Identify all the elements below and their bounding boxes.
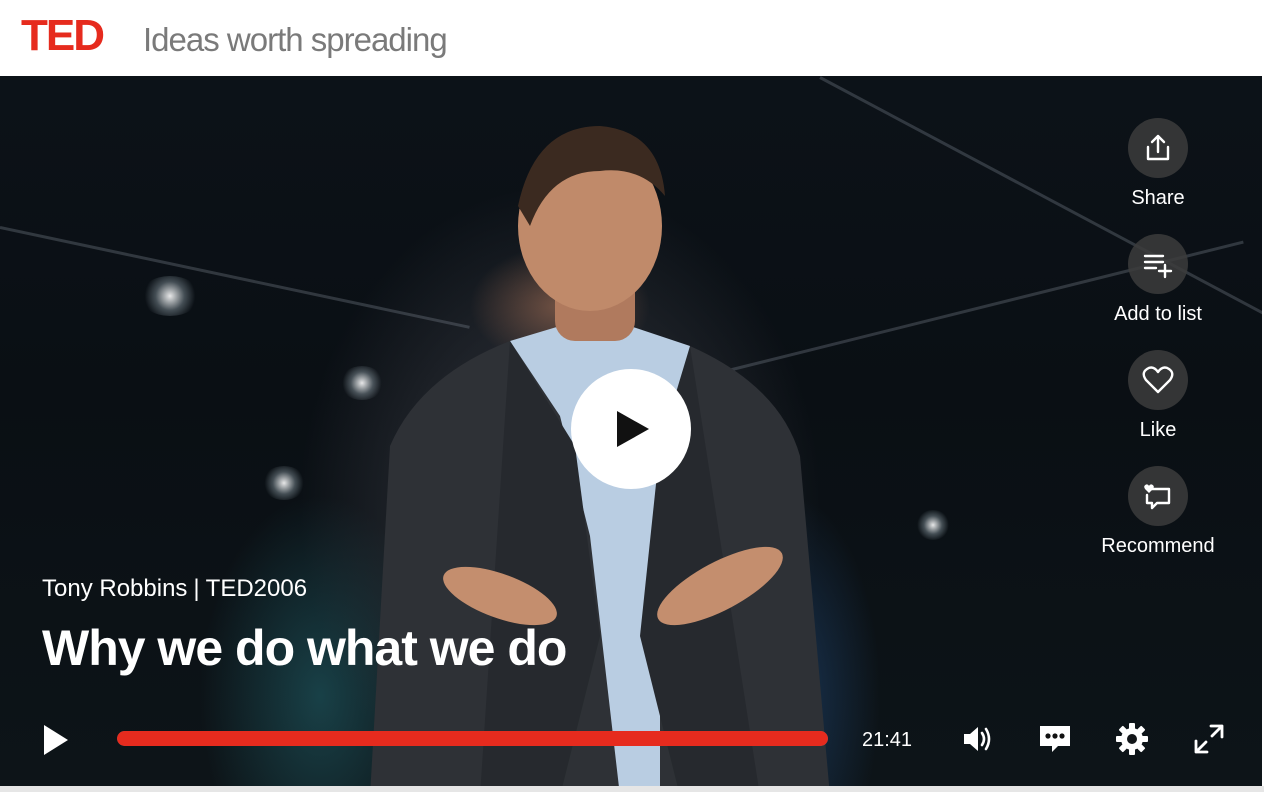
add-to-list-button[interactable]: Add to list [1098, 234, 1218, 350]
fullscreen-button[interactable] [1192, 722, 1226, 756]
page-bottom-strip [0, 786, 1264, 792]
subtitles-button[interactable] [1038, 722, 1072, 756]
site-header: TED Ideas worth spreading [0, 0, 1264, 76]
share-label: Share [1131, 187, 1185, 209]
fullscreen-icon [1194, 724, 1224, 754]
play-button[interactable] [40, 722, 72, 758]
talk-title: Why we do what we do [42, 620, 567, 676]
share-icon [1128, 118, 1188, 178]
progress-fill [117, 731, 828, 746]
tagline: Ideas worth spreading [143, 21, 448, 58]
big-play-button[interactable] [571, 369, 691, 489]
share-button[interactable]: Share [1098, 118, 1218, 234]
stage-light [140, 276, 200, 316]
recommend-label: Recommend [1101, 535, 1215, 557]
recommend-icon [1128, 466, 1188, 526]
stage-light [262, 466, 306, 500]
control-bar: 21:41 [0, 712, 1262, 786]
stage-light [916, 510, 950, 540]
ted-logo[interactable]: TED [21, 14, 105, 58]
progress-bar[interactable] [117, 731, 828, 746]
add-to-list-label: Add to list [1114, 303, 1202, 325]
play-icon [617, 411, 649, 447]
settings-button[interactable] [1115, 722, 1149, 756]
video-player[interactable]: Share Add to list Like Recommend Tony Ro… [0, 76, 1262, 786]
event-name[interactable]: TED2006 [206, 575, 307, 602]
like-button[interactable]: Like [1098, 350, 1218, 466]
meta-separator: | [193, 575, 200, 602]
volume-button[interactable] [961, 722, 995, 756]
talk-meta: Tony Robbins | TED2006 [42, 574, 307, 604]
duration-label: 21:41 [862, 729, 913, 751]
heart-icon [1128, 350, 1188, 410]
play-icon [44, 725, 68, 755]
volume-icon [964, 727, 991, 751]
side-actions: Share Add to list Like Recommend [1098, 118, 1218, 582]
subtitles-icon [1040, 726, 1070, 752]
settings-icon [1116, 723, 1148, 755]
add-to-list-icon [1128, 234, 1188, 294]
like-label: Like [1139, 419, 1177, 441]
speaker-name[interactable]: Tony Robbins [42, 575, 187, 602]
recommend-button[interactable]: Recommend [1098, 466, 1218, 582]
